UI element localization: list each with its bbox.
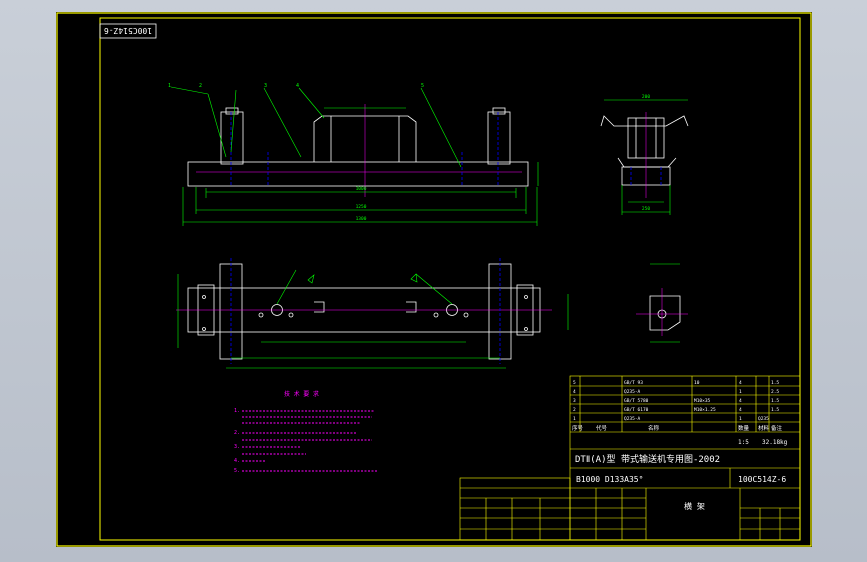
drawing-id-stamp: 100C514Z-6 bbox=[99, 23, 157, 39]
notes-title: 技 术 要 求 bbox=[284, 390, 319, 398]
spec-code: B1000 D133A35° bbox=[576, 475, 643, 484]
svg-text:4: 4 bbox=[739, 407, 742, 413]
svg-text:名称: 名称 bbox=[648, 424, 660, 432]
svg-text:1: 1 bbox=[739, 389, 742, 395]
svg-text:4: 4 bbox=[739, 380, 742, 386]
svg-text:1.: 1. bbox=[234, 408, 240, 414]
svg-text:10: 10 bbox=[694, 380, 700, 386]
notes-text-lines bbox=[242, 410, 378, 472]
plan-view bbox=[176, 258, 552, 364]
svg-text:1: 1 bbox=[168, 83, 171, 89]
svg-text:2.: 2. bbox=[234, 430, 240, 436]
svg-text:5: 5 bbox=[573, 380, 576, 386]
svg-text:数量: 数量 bbox=[738, 424, 750, 432]
part-balloons: 1 2 3 4 5 bbox=[168, 83, 424, 89]
svg-text:3.: 3. bbox=[234, 444, 240, 450]
svg-text:5.: 5. bbox=[234, 468, 240, 474]
svg-text:GB/T 5780: GB/T 5780 bbox=[624, 398, 649, 404]
detail-view bbox=[636, 288, 688, 336]
dim-side-width: 200 bbox=[642, 94, 650, 100]
front-view bbox=[187, 104, 529, 197]
svg-text:M10×1.25: M10×1.25 bbox=[694, 407, 716, 413]
svg-text:1: 1 bbox=[573, 416, 576, 422]
svg-text:100C514Z-6: 100C514Z-6 bbox=[104, 26, 152, 35]
svg-text:4: 4 bbox=[296, 83, 299, 89]
drawing-sheet[interactable]: 100C514Z-6 1000 1250 1300 1 2 3 4 5 200 … bbox=[56, 12, 812, 547]
bom-header: 序号 代号 名称 数量 材料 备注 bbox=[572, 424, 783, 432]
svg-text:代号: 代号 bbox=[596, 424, 608, 432]
front-view-dim-text: 1000 1250 1300 bbox=[356, 186, 367, 222]
svg-text:4.: 4. bbox=[234, 458, 240, 464]
svg-text:1.5: 1.5 bbox=[771, 380, 779, 386]
svg-text:序号: 序号 bbox=[572, 424, 584, 432]
drawing-name: 横 架 bbox=[684, 501, 705, 511]
svg-text:3: 3 bbox=[264, 83, 267, 89]
svg-text:2: 2 bbox=[199, 83, 202, 89]
dim-top-width: 1000 bbox=[356, 186, 367, 192]
svg-text:4: 4 bbox=[739, 398, 742, 404]
cad-viewport[interactable]: 100C514Z-6 1000 1250 1300 1 2 3 4 5 200 … bbox=[0, 0, 867, 562]
project-line: DTⅡ(A)型 带式输送机专用图-2002 bbox=[575, 453, 720, 465]
svg-text:材料: 材料 bbox=[758, 424, 770, 432]
dim-side-base: 250 bbox=[642, 206, 650, 212]
drawing-number: 100C514Z-6 bbox=[738, 475, 786, 484]
svg-text:Q235-A: Q235-A bbox=[624, 389, 641, 395]
dim-overall-length: 1300 bbox=[356, 216, 367, 222]
svg-text:2: 2 bbox=[573, 407, 576, 413]
outer-border bbox=[56, 12, 812, 547]
svg-text:Q235: Q235 bbox=[758, 416, 769, 422]
svg-text:2.5: 2.5 bbox=[771, 389, 779, 395]
svg-text:4: 4 bbox=[573, 389, 576, 395]
svg-text:5: 5 bbox=[421, 83, 424, 89]
dim-bottom-width: 1250 bbox=[356, 204, 367, 210]
plan-view-dimensions bbox=[177, 269, 569, 369]
drawing-svg: 100C514Z-6 1000 1250 1300 1 2 3 4 5 200 … bbox=[56, 12, 812, 547]
title-block: 5 GB/T 93 10 4 1.5 4 Q235-A 1 2.5 3 GB/T… bbox=[459, 375, 801, 541]
svg-text:1.5: 1.5 bbox=[771, 407, 779, 413]
scale-value: 1:5 bbox=[738, 439, 749, 446]
svg-text:1.5: 1.5 bbox=[771, 398, 779, 404]
svg-text:3: 3 bbox=[573, 398, 576, 404]
svg-text:Q235-A: Q235-A bbox=[624, 416, 641, 422]
svg-text:GB/T 6170: GB/T 6170 bbox=[624, 407, 649, 413]
side-view bbox=[600, 112, 689, 198]
weight-value: 32.18kg bbox=[762, 439, 788, 446]
svg-text:M10×35: M10×35 bbox=[694, 398, 711, 404]
svg-text:1: 1 bbox=[739, 416, 742, 422]
svg-text:备注: 备注 bbox=[771, 424, 783, 432]
svg-text:GB/T 93: GB/T 93 bbox=[624, 380, 643, 386]
